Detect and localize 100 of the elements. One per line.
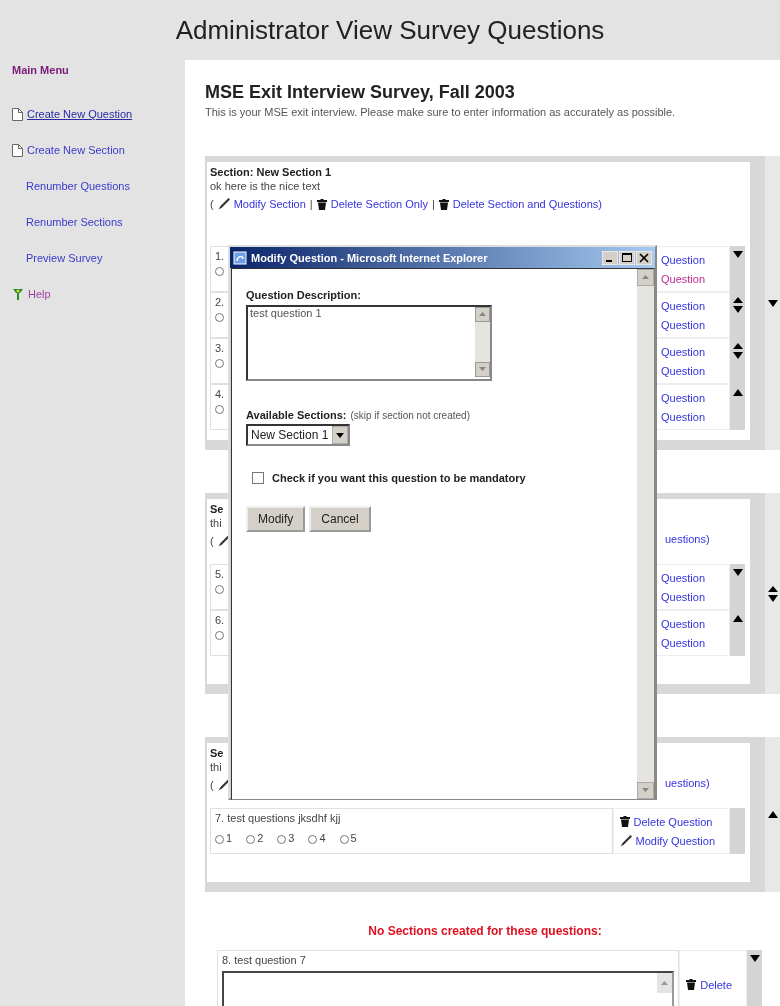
question-number: 2. bbox=[215, 296, 225, 308]
section-text: thi bbox=[210, 761, 223, 773]
question-link[interactable]: Question bbox=[661, 299, 715, 312]
scroll-up-icon[interactable] bbox=[657, 973, 673, 993]
scrollbar[interactable] bbox=[637, 269, 654, 799]
question-link[interactable]: Question bbox=[661, 571, 715, 584]
field-value: test question 1 bbox=[250, 307, 322, 321]
trash-icon bbox=[686, 979, 697, 990]
down-arrow-icon[interactable] bbox=[732, 568, 743, 577]
description-field[interactable]: test question 1 bbox=[246, 305, 492, 381]
section-link[interactable]: Delete Section and Questions) bbox=[438, 198, 602, 210]
separator-text: | bbox=[431, 198, 435, 210]
up-arrow-icon[interactable] bbox=[767, 810, 778, 819]
radio-button[interactable] bbox=[215, 631, 224, 640]
maximize-icon[interactable] bbox=[619, 250, 635, 265]
radio-button[interactable] bbox=[308, 835, 318, 844]
close-icon[interactable] bbox=[636, 250, 652, 265]
up-down-arrows-icon[interactable] bbox=[767, 584, 778, 603]
field-hint: (skip if section not created) bbox=[350, 410, 470, 421]
down-arrow-icon[interactable] bbox=[767, 298, 778, 308]
option-label: 2 bbox=[257, 832, 264, 844]
radio-button[interactable] bbox=[215, 585, 224, 594]
section-title: Se bbox=[210, 747, 225, 759]
section-link[interactable]: uestions) bbox=[665, 533, 710, 545]
section-text: thi bbox=[210, 517, 223, 529]
question-number: 1. bbox=[215, 250, 225, 262]
survey-description: This is your MSE exit interview. Please make sure to enter information as accurately as possible. bbox=[205, 105, 677, 120]
question-link[interactable]: Question bbox=[661, 636, 715, 649]
question-number: 3. bbox=[215, 342, 225, 354]
radio-button[interactable] bbox=[215, 405, 224, 414]
question-link[interactable]: Modify Question bbox=[619, 834, 715, 847]
separator-text: ( bbox=[210, 779, 214, 791]
minimize-icon[interactable] bbox=[602, 250, 618, 265]
radio-button[interactable] bbox=[215, 267, 224, 276]
section-link[interactable]: Modify Section bbox=[217, 198, 306, 210]
question-link[interactable]: Question bbox=[661, 410, 715, 423]
question-link[interactable]: Question bbox=[661, 253, 715, 266]
menu-link[interactable]: Create New Question bbox=[27, 108, 133, 120]
trash-icon bbox=[438, 198, 449, 210]
radio-button[interactable] bbox=[215, 359, 224, 368]
section-title: Section: New Section 1 bbox=[210, 166, 333, 178]
trash-icon bbox=[316, 198, 327, 210]
option-label: 1 bbox=[226, 832, 233, 844]
browser-icon bbox=[233, 250, 247, 265]
radio-button[interactable] bbox=[215, 313, 224, 322]
dialog-button[interactable]: Modify bbox=[246, 506, 306, 532]
question-text: 8. test question 7 bbox=[222, 954, 307, 966]
option-label: 4 bbox=[319, 832, 326, 844]
question-link[interactable]: Delete Question bbox=[619, 815, 715, 828]
menu-link[interactable]: Renumber Questions bbox=[26, 180, 130, 192]
question-link[interactable]: Question bbox=[661, 272, 715, 285]
checkbox-label: Check if you want this question to be mandatory bbox=[272, 472, 526, 484]
question-text: 7. test questions jksdhf kjj bbox=[215, 812, 342, 824]
field-label: Available Sections: bbox=[246, 409, 347, 421]
separator-text: ( bbox=[210, 198, 214, 210]
document-icon bbox=[12, 107, 23, 121]
answer-box[interactable] bbox=[222, 971, 675, 1006]
question-number: 4. bbox=[215, 388, 225, 400]
question-number: 5. bbox=[215, 568, 225, 580]
pencil-icon bbox=[217, 198, 230, 210]
up-down-arrows-icon[interactable] bbox=[732, 296, 743, 314]
question-link[interactable]: Question bbox=[661, 617, 715, 630]
down-arrow-icon[interactable] bbox=[749, 954, 760, 963]
menu-link[interactable]: Preview Survey bbox=[26, 252, 103, 264]
survey-title: MSE Exit Interview Survey, Fall 2003 bbox=[205, 82, 516, 103]
checkbox[interactable] bbox=[252, 472, 264, 484]
scrollbar[interactable] bbox=[475, 307, 490, 377]
radio-button[interactable] bbox=[339, 835, 349, 844]
menu-heading: Main Menu bbox=[12, 64, 70, 76]
window-title: Modify Question - Microsoft Internet Explorer bbox=[251, 251, 489, 264]
separator-text: | bbox=[309, 198, 313, 210]
question-number: 6. bbox=[215, 614, 225, 626]
menu-link[interactable]: Create New Section bbox=[27, 144, 125, 156]
trash-icon bbox=[619, 816, 630, 827]
radio-button[interactable] bbox=[277, 835, 287, 844]
question-link[interactable]: Question bbox=[661, 391, 715, 404]
option-label: 3 bbox=[288, 832, 295, 844]
up-arrow-icon[interactable] bbox=[732, 388, 743, 397]
section-dropdown[interactable]: New Section 1 bbox=[246, 424, 351, 446]
document-icon bbox=[12, 143, 23, 157]
down-arrow-icon[interactable] bbox=[732, 250, 743, 259]
up-down-arrows-icon[interactable] bbox=[732, 342, 743, 360]
question-link[interactable]: Question bbox=[661, 345, 715, 358]
pencil-icon bbox=[619, 834, 632, 847]
dropdown-arrow-icon bbox=[332, 426, 349, 444]
section-link[interactable]: Delete Section Only bbox=[316, 198, 428, 210]
question-link[interactable]: Question bbox=[661, 590, 715, 603]
up-arrow-icon[interactable] bbox=[732, 614, 743, 623]
section-link[interactable]: uestions) bbox=[665, 777, 710, 789]
question-link[interactable]: Question bbox=[661, 364, 715, 377]
menu-link[interactable]: Renumber Sections bbox=[26, 216, 123, 228]
menu-link[interactable]: Help bbox=[28, 288, 51, 300]
radio-button[interactable] bbox=[246, 835, 256, 844]
question-link[interactable]: Question bbox=[661, 318, 715, 331]
dialog-button[interactable]: Cancel bbox=[309, 506, 371, 532]
option-label: 5 bbox=[350, 832, 357, 844]
section-title: Se bbox=[210, 503, 225, 515]
section-text: ok here is the nice text bbox=[210, 180, 322, 192]
question-link[interactable]: Delete bbox=[686, 978, 732, 991]
radio-button[interactable] bbox=[215, 835, 224, 844]
